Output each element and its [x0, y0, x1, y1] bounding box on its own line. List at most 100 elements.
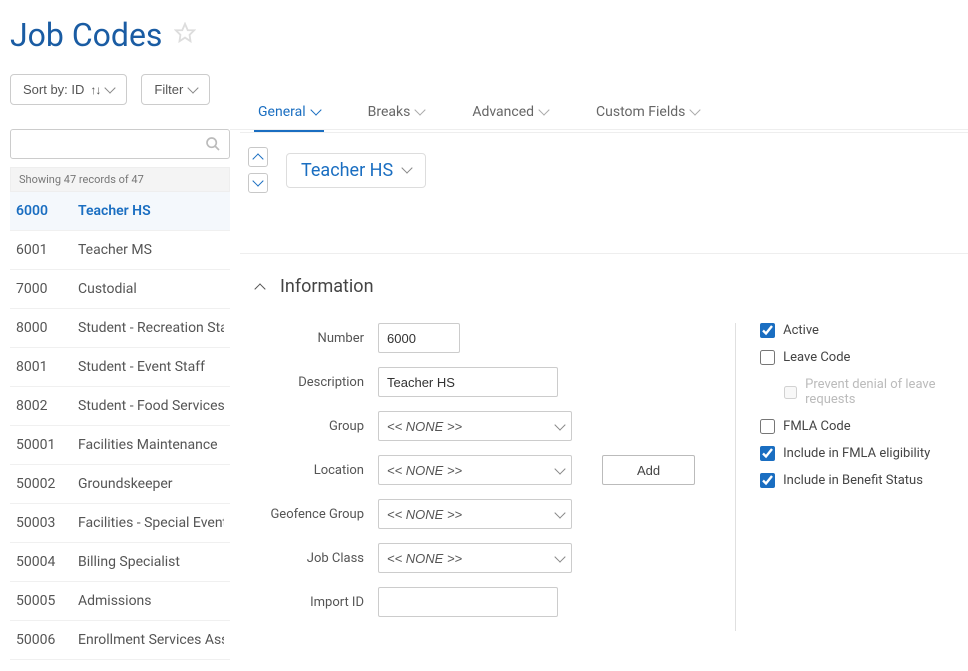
jobclass-label: Job Class: [252, 551, 364, 566]
benefit-checkbox-label: Include in Benefit Status: [783, 473, 923, 488]
filter-button[interactable]: Filter: [141, 74, 210, 105]
tab-custom-fields[interactable]: Custom Fields: [592, 94, 703, 132]
fmla-elig-checkbox-label: Include in FMLA eligibility: [783, 446, 930, 461]
tab-label: General: [258, 104, 306, 120]
next-record-button[interactable]: [248, 173, 268, 193]
record-label: Student - Event Staff: [78, 359, 205, 375]
location-label: Location: [252, 463, 364, 478]
list-item[interactable]: 50006 Enrollment Services Assistant: [10, 621, 230, 660]
section-collapse-toggle[interactable]: [252, 279, 268, 295]
record-count: Showing 47 records of 47: [10, 167, 230, 192]
list-item[interactable]: 8000 Student - Recreation Staff: [10, 309, 230, 348]
record-label: Teacher MS: [78, 242, 152, 258]
record-label: Groundskeeper: [78, 476, 173, 492]
fmla-code-checkbox-label: FMLA Code: [783, 419, 850, 434]
record-label: Student - Recreation Staff: [78, 320, 224, 336]
description-label: Description: [252, 375, 364, 390]
tab-breaks[interactable]: Breaks: [364, 94, 429, 132]
list-item[interactable]: 50001 Facilities Maintenance: [10, 426, 230, 465]
importid-input[interactable]: [378, 587, 558, 617]
leave-code-checkbox[interactable]: [760, 350, 775, 365]
chevron-up-icon: [254, 283, 265, 294]
search-icon[interactable]: [205, 136, 221, 152]
prev-record-button[interactable]: [248, 147, 268, 167]
record-list: 6000 Teacher HS 6001 Teacher MS 7000 Custodia…: [10, 192, 230, 660]
fmla-elig-checkbox-row[interactable]: Include in FMLA eligibility: [760, 446, 956, 461]
favorite-star-icon[interactable]: [174, 22, 196, 48]
filter-label: Filter: [154, 82, 183, 97]
active-checkbox-row[interactable]: Active: [760, 323, 956, 338]
add-button[interactable]: Add: [602, 455, 695, 485]
list-item[interactable]: 8002 Student - Food Services: [10, 387, 230, 426]
fmla-code-checkbox[interactable]: [760, 419, 775, 434]
prevent-denial-checkbox-row: Prevent denial of leave requests: [784, 377, 956, 407]
leave-code-checkbox-row[interactable]: Leave Code: [760, 350, 956, 365]
record-code: 8000: [16, 320, 62, 336]
list-item[interactable]: 50005 Admissions: [10, 582, 230, 621]
benefit-checkbox[interactable]: [760, 473, 775, 488]
chevron-down-icon: [188, 82, 199, 93]
fmla-elig-checkbox[interactable]: [760, 446, 775, 461]
record-code: 50004: [16, 554, 62, 570]
prevent-denial-checkbox: [784, 385, 797, 400]
location-select[interactable]: << NONE >>: [378, 455, 572, 485]
record-label: Enrollment Services Assistant: [78, 632, 224, 648]
group-label: Group: [252, 419, 364, 434]
record-code: 6001: [16, 242, 62, 258]
chevron-down-icon: [310, 104, 321, 115]
search-input[interactable]: [11, 137, 229, 152]
record-label: Facilities Maintenance: [78, 437, 218, 453]
leave-code-checkbox-label: Leave Code: [783, 350, 850, 365]
chevron-down-icon: [402, 162, 413, 173]
list-item[interactable]: 50004Billing Specialist: [10, 543, 230, 582]
record-code: 50001: [16, 437, 62, 453]
geofence-label: Geofence Group: [252, 507, 364, 522]
record-code: 7000: [16, 281, 62, 297]
detail-title-dropdown[interactable]: Teacher HS: [286, 153, 426, 188]
fmla-code-checkbox-row[interactable]: FMLA Code: [760, 419, 956, 434]
list-item[interactable]: 7000 Custodial: [10, 270, 230, 309]
group-select[interactable]: << NONE >>: [378, 411, 572, 441]
number-input[interactable]: [378, 323, 460, 353]
tabs: General Breaks Advanced Custom Fields: [240, 94, 968, 133]
chevron-down-icon: [252, 175, 263, 186]
list-item[interactable]: 6001 Teacher MS: [10, 231, 230, 270]
tab-general[interactable]: General: [254, 94, 324, 132]
jobclass-select[interactable]: << NONE >>: [378, 543, 572, 573]
geofence-select[interactable]: << NONE >>: [378, 499, 572, 529]
record-code: 50005: [16, 593, 62, 609]
prevent-denial-checkbox-label: Prevent denial of leave requests: [805, 377, 956, 407]
list-item[interactable]: 50003Facilities - Special Events: [10, 504, 230, 543]
chevron-up-icon: [252, 153, 263, 164]
list-item[interactable]: 8001 Student - Event Staff: [10, 348, 230, 387]
record-code: 50002: [16, 476, 62, 492]
page-title: Job Codes: [10, 16, 162, 54]
chevron-down-icon: [538, 104, 549, 115]
section-title: Information: [280, 276, 374, 297]
search-wrap: [10, 129, 230, 159]
tab-label: Breaks: [368, 104, 411, 120]
record-code: 8002: [16, 398, 62, 414]
record-code: 6000: [16, 203, 62, 219]
chevron-down-icon: [105, 82, 116, 93]
chevron-down-icon: [415, 104, 426, 115]
record-code: 50006: [16, 632, 62, 648]
benefit-checkbox-row[interactable]: Include in Benefit Status: [760, 473, 956, 488]
record-code: 8001: [16, 359, 62, 375]
record-label: Student - Food Services: [78, 398, 224, 414]
record-label: Custodial: [78, 281, 137, 297]
active-checkbox-label: Active: [783, 323, 819, 338]
record-label: Teacher HS: [78, 203, 151, 219]
tab-advanced[interactable]: Advanced: [468, 94, 552, 132]
number-label: Number: [252, 331, 364, 346]
tab-label: Custom Fields: [596, 104, 685, 120]
active-checkbox[interactable]: [760, 323, 775, 338]
sort-icon: ↑↓: [90, 83, 100, 97]
record-label: Admissions: [78, 593, 152, 609]
list-item[interactable]: 6000 Teacher HS: [10, 192, 230, 231]
chevron-down-icon: [690, 104, 701, 115]
list-item[interactable]: 50002 Groundskeeper: [10, 465, 230, 504]
sort-button[interactable]: Sort by: ID ↑↓: [10, 74, 127, 105]
description-input[interactable]: [378, 367, 558, 397]
tab-label: Advanced: [472, 104, 534, 120]
